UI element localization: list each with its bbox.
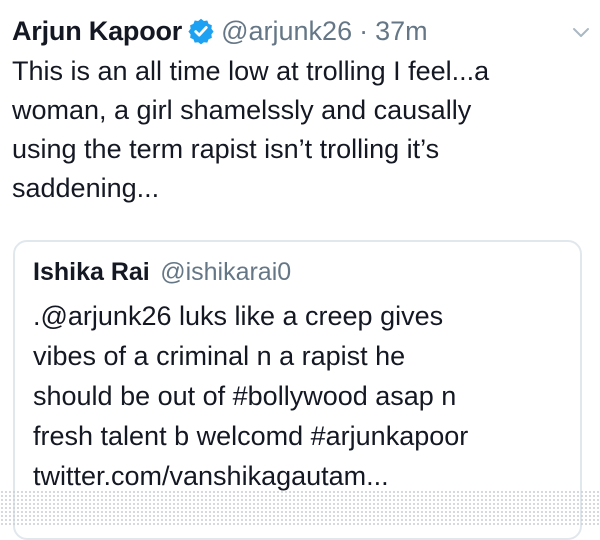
author-name[interactable]: Arjun Kapoor	[12, 16, 182, 47]
separator-dot: ·	[359, 15, 369, 46]
tweet-text-line: This is an all time low at trolling I fe…	[12, 56, 490, 86]
tweet: Arjun Kapoor @arjunk26 · 37m This is an …	[0, 0, 600, 540]
quoted-author-name[interactable]: Ishika Rai	[33, 258, 150, 286]
tweet-text-line: woman, a girl shamelssly and causally	[12, 95, 472, 125]
quoted-tweet-header: Ishika Rai @ishikarai0	[33, 258, 291, 287]
quoted-text-link[interactable]: twitter.com/vanshikagautam...	[33, 456, 573, 496]
quoted-author-handle[interactable]: @ishikarai0	[160, 258, 291, 286]
tweet-text-line: using the term rapist isn’t trolling it’…	[12, 134, 440, 164]
quoted-tweet-card[interactable]: Ishika Rai @ishikarai0 .@arjunk26 luks l…	[13, 240, 582, 540]
quoted-text-line: vibes of a criminal n a rapist he	[33, 341, 406, 371]
chevron-down-icon[interactable]	[572, 26, 590, 40]
tweet-text-line: saddening...	[12, 173, 160, 203]
quoted-tweet-text: .@arjunk26 luks like a creep gives vibes…	[33, 296, 573, 496]
quoted-text-line: fresh talent b welcomd #arjunkapoor	[33, 421, 469, 451]
tweet-header: Arjun Kapoor @arjunk26 · 37m	[12, 14, 428, 48]
author-handle[interactable]: @arjunk26	[221, 16, 352, 47]
quoted-text-line: .@arjunk26 luks like a creep gives	[33, 301, 444, 331]
tweet-text: This is an all time low at trolling I fe…	[12, 52, 592, 208]
tweet-timestamp[interactable]: 37m	[375, 16, 428, 47]
quoted-text-line: should be out of #bollywood asap n	[33, 381, 457, 411]
verified-badge-icon	[188, 18, 214, 45]
